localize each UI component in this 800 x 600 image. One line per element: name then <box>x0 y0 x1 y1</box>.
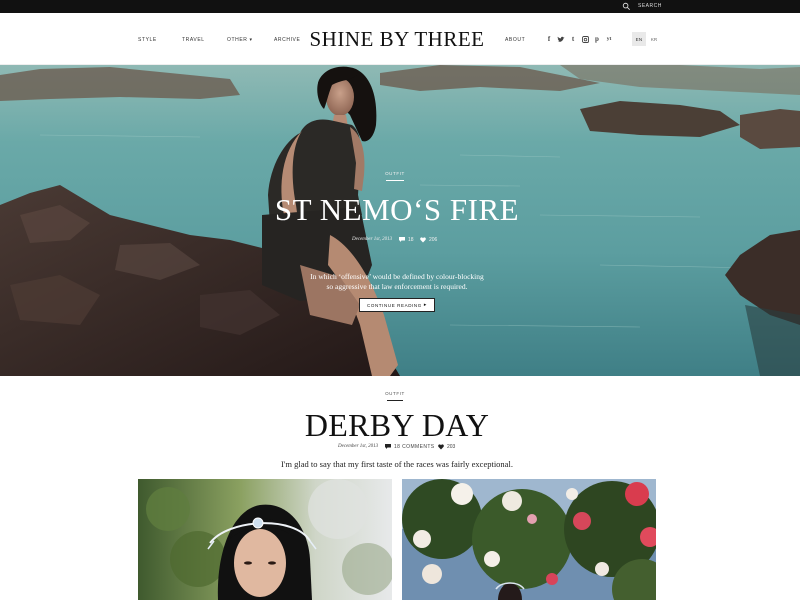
tumblr-icon[interactable]: t <box>568 33 578 45</box>
post-category-rule <box>387 400 403 401</box>
hero-excerpt-line: In which ‘offensive’ would be defined by… <box>310 272 484 281</box>
nav-other-label: OTHER <box>227 37 248 43</box>
post-likes: 203 <box>447 444 456 450</box>
facebook-icon[interactable]: f <box>544 33 554 45</box>
search-icon[interactable] <box>622 2 631 11</box>
youtube-icon[interactable]: yt <box>604 33 614 45</box>
site-logo[interactable]: SHINE BY THREE <box>300 27 494 51</box>
hero-post: OUTFIT ST NEMO‘S FIRE December 1st, 2013… <box>0 65 800 376</box>
arrow-right-icon: ▸ <box>423 302 427 308</box>
chevron-down-icon: ▾ <box>249 37 253 43</box>
portrait-image <box>138 479 392 600</box>
hero-excerpt: In which ‘offensive’ would be defined by… <box>290 272 504 292</box>
post-date: December 1st, 2013 <box>338 444 379 449</box>
post-excerpt: I'm glad to say that my first taste of t… <box>281 459 513 469</box>
nav-style[interactable]: STYLE <box>138 37 157 43</box>
nav-travel[interactable]: TRAVEL <box>182 37 205 43</box>
hero-meta: December 1st, 2013 18 206 <box>340 236 460 244</box>
twitter-icon[interactable] <box>556 33 566 45</box>
language-kr[interactable]: KR <box>648 32 660 46</box>
post-comments[interactable]: 18 COMMENTS <box>394 443 435 451</box>
hero-comments[interactable]: 18 <box>408 236 414 244</box>
continue-reading-label: CONTINUE READING <box>367 302 422 308</box>
post-meta: December 1st, 2013 18 COMMENTS 203 <box>330 443 470 451</box>
continue-reading-button[interactable]: CONTINUE READING ▸ <box>359 298 435 312</box>
nav-about[interactable]: ABOUT <box>505 37 525 43</box>
language-en[interactable]: EN <box>632 32 646 46</box>
nav-other[interactable]: OTHER ▾ <box>227 37 253 43</box>
post-photo-roses[interactable] <box>402 479 656 600</box>
search-link[interactable]: SEARCH <box>638 3 662 10</box>
hero-likes: 206 <box>429 237 438 243</box>
post-photo-portrait[interactable] <box>138 479 392 600</box>
hero-category[interactable]: OUTFIT <box>350 171 440 177</box>
hero-title[interactable]: ST NEMO‘S FIRE <box>230 193 564 227</box>
top-bar: SEARCH <box>0 0 800 13</box>
roses-image <box>402 479 656 600</box>
pinterest-icon[interactable]: p <box>592 33 602 45</box>
site-header: STYLE TRAVEL OTHER ▾ ARCHIVE SHINE BY THR… <box>0 13 800 65</box>
comment-icon <box>385 444 391 449</box>
heart-icon[interactable] <box>420 237 426 243</box>
heart-icon[interactable] <box>438 444 444 450</box>
post-title[interactable]: DERBY DAY <box>250 407 544 443</box>
post-category[interactable]: OUTFIT <box>350 391 440 397</box>
nav-archive[interactable]: ARCHIVE <box>274 37 300 43</box>
hero-category-rule <box>386 180 404 181</box>
instagram-icon[interactable] <box>580 33 590 45</box>
hero-excerpt-line: so aggressive that law enforcement is re… <box>326 282 468 291</box>
comment-icon <box>399 237 405 242</box>
hero-date: December 1st, 2013 <box>352 237 393 242</box>
